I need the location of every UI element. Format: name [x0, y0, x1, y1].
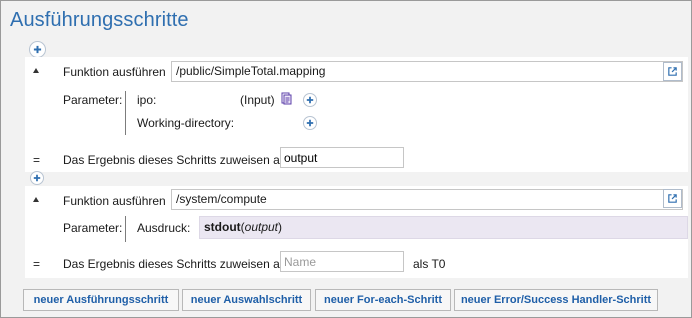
collapse-toggle-icon[interactable] [33, 68, 39, 73]
collapse-toggle-icon[interactable] [33, 197, 39, 202]
plus-icon [306, 119, 314, 127]
add-step-button[interactable] [30, 171, 44, 185]
function-path-combo[interactable]: /system/compute [171, 189, 683, 210]
add-step-button[interactable] [29, 41, 46, 58]
function-path-value: /public/SimpleTotal.mapping [176, 64, 326, 78]
expression-field[interactable]: stdout(output) [199, 216, 688, 239]
assign-variable-input[interactable] [284, 148, 403, 167]
assign-suffix: als T0 [413, 257, 446, 271]
parameters-label: Parameter: [63, 221, 123, 235]
open-function-button[interactable] [663, 62, 682, 81]
assign-variable-input[interactable] [284, 252, 403, 271]
open-function-button[interactable] [663, 189, 682, 208]
new-handler-step-button[interactable]: neuer Error/Success Handler-Schritt [454, 289, 658, 311]
new-execution-step-button[interactable]: neuer Ausführungsschritt [23, 289, 179, 311]
execution-step-2: Funktion ausführen /system/compute Param… [25, 186, 688, 278]
execution-step-1: Funktion ausführen /public/SimpleTotal.m… [25, 57, 688, 172]
new-foreach-step-button[interactable]: neuer For-each-Schritt [315, 289, 451, 311]
assign-variable-field[interactable] [280, 251, 404, 272]
assign-equals: = [33, 153, 41, 167]
parameters-label: Parameter: [63, 93, 123, 107]
mapping-file-icon[interactable] [281, 92, 292, 105]
add-param-ipo-button[interactable] [303, 93, 317, 107]
params-divider [125, 91, 126, 135]
plus-icon [306, 96, 314, 104]
assign-label: Das Ergebnis dieses Schritts zuweisen an [63, 257, 287, 271]
new-choice-step-button[interactable]: neuer Auswahlschritt [182, 289, 311, 311]
expression-function: stdout [204, 220, 241, 234]
params-divider [125, 216, 126, 242]
assign-label: Das Ergebnis dieses Schritts zuweisen an [63, 153, 287, 167]
function-label: Funktion ausführen [63, 194, 166, 208]
open-external-icon [668, 194, 677, 203]
execution-steps-panel: Ausführungsschritte Funktion ausführen /… [0, 0, 692, 318]
add-param-working-directory-button[interactable] [303, 116, 317, 130]
assign-equals: = [33, 257, 41, 271]
param-working-directory-label: Working-directory: [137, 116, 235, 130]
open-external-icon [668, 67, 677, 76]
plus-icon [33, 45, 42, 54]
assign-variable-field[interactable] [280, 147, 404, 168]
function-label: Funktion ausführen [63, 65, 166, 79]
expression-label: Ausdruck: [137, 221, 191, 235]
plus-icon [33, 174, 41, 182]
function-path-combo[interactable]: /public/SimpleTotal.mapping [171, 61, 683, 82]
function-path-value: /system/compute [176, 192, 267, 206]
page-title: Ausführungsschritte [10, 9, 189, 31]
param-ipo-label: ipo: [137, 93, 157, 107]
param-ipo-type: (Input) [240, 93, 275, 107]
expression-argument: output [244, 220, 279, 234]
